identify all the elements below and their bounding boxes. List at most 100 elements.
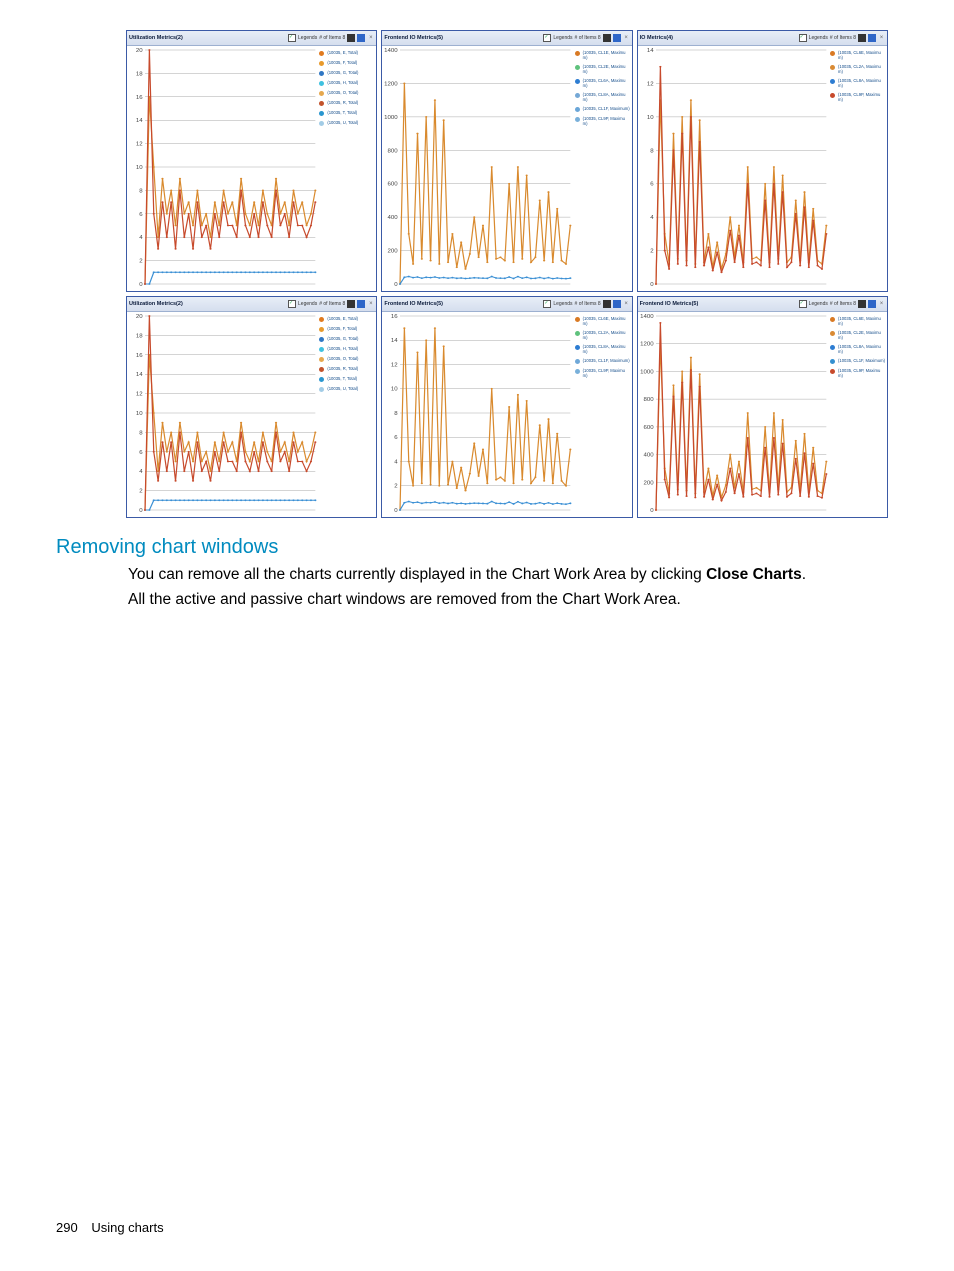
legend-color-dot <box>830 369 835 374</box>
legend-item: (10035, F, Total) <box>319 60 374 66</box>
legend-color-dot <box>575 93 580 98</box>
svg-text:1000: 1000 <box>640 370 653 375</box>
grid-icon[interactable] <box>347 300 355 308</box>
svg-text:12: 12 <box>646 82 653 87</box>
close-icon[interactable]: × <box>623 301 630 308</box>
legend-label: (10035, G, Total) <box>327 336 358 341</box>
svg-text:18: 18 <box>136 334 143 339</box>
legend-item: (10035, CL6E, Maximum) <box>575 316 630 326</box>
legend-color-dot <box>575 79 580 84</box>
svg-text:8: 8 <box>139 431 142 436</box>
legend-color-dot <box>830 359 835 364</box>
grid-icon[interactable] <box>603 34 611 42</box>
svg-text:400: 400 <box>388 216 398 221</box>
svg-text:14: 14 <box>646 48 653 53</box>
legend-label: (10035, F, Total) <box>327 60 357 65</box>
legend-color-dot <box>575 317 580 322</box>
grid-icon[interactable] <box>858 34 866 42</box>
legend-label: (10035, G, Total) <box>327 70 358 75</box>
legend-label: (10035, R, Total) <box>327 100 358 105</box>
panel-header: Frontend IO Metrics(5)Legends# of Items … <box>382 31 631 46</box>
expand-icon[interactable] <box>357 300 365 308</box>
legend-label: (10035, CL2A, Maximum) <box>838 64 885 74</box>
svg-text:14: 14 <box>136 373 143 378</box>
legend-label: (10035, F, Total) <box>327 326 357 331</box>
legend-item: (10035, R, Total) <box>319 366 374 372</box>
close-icon[interactable]: × <box>367 301 374 308</box>
legend-color-dot <box>830 331 835 336</box>
expand-icon[interactable] <box>613 34 621 42</box>
expand-icon[interactable] <box>357 34 365 42</box>
legend-color-dot <box>575 331 580 336</box>
legend-item: (10035, CL8A, Maximum) <box>830 78 885 88</box>
legend-color-dot <box>575 345 580 350</box>
legend-label: (10035, CL6E, Maximum) <box>838 316 885 326</box>
svg-text:1200: 1200 <box>640 342 653 347</box>
svg-text:0: 0 <box>139 282 142 287</box>
chart-panel: Utilization Metrics(2)Legends# of Items … <box>126 296 377 518</box>
legend-color-dot <box>319 337 324 342</box>
legend-color-dot <box>830 65 835 70</box>
legend-item: (10035, U, Total) <box>319 386 374 392</box>
close-icon[interactable]: × <box>623 35 630 42</box>
legend-item: (10035, E, Total) <box>319 50 374 56</box>
grid-icon[interactable] <box>603 300 611 308</box>
close-icon[interactable]: × <box>878 35 885 42</box>
p1-end: . <box>802 566 806 583</box>
legend-item: (10035, CL8A, Maximum) <box>575 92 630 102</box>
svg-text:2: 2 <box>139 489 142 494</box>
legend-box: (10035, CL6E, Maximum) (10035, CL2A, Maxi… <box>573 312 632 517</box>
legend-color-dot <box>575 369 580 374</box>
close-icon[interactable]: × <box>878 301 885 308</box>
svg-text:10: 10 <box>136 411 143 416</box>
legend-item: (10035, F, Total) <box>319 326 374 332</box>
legend-item: (10035, CL2A, Maximum) <box>575 330 630 340</box>
svg-text:8: 8 <box>650 149 653 154</box>
svg-text:16: 16 <box>136 95 143 100</box>
grid-icon[interactable] <box>858 300 866 308</box>
svg-text:1400: 1400 <box>640 314 653 319</box>
page-footer: 290 Using charts <box>56 1220 164 1235</box>
legend-label: (10035, T, Total) <box>327 110 357 115</box>
legend-item: (10035, O, Total) <box>319 356 374 362</box>
legends-label: Legends <box>809 35 828 41</box>
legend-box: (10035, CL6E, Maximum)(10035, CL2A, Maxi… <box>828 46 887 291</box>
close-icon[interactable]: × <box>367 35 374 42</box>
svg-text:16: 16 <box>391 314 398 319</box>
expand-icon[interactable] <box>868 300 876 308</box>
legends-checkbox[interactable] <box>288 300 296 308</box>
legend-color-dot <box>319 387 324 392</box>
legend-color-dot <box>319 111 324 116</box>
svg-text:12: 12 <box>136 142 143 147</box>
legends-label: Legends <box>298 35 317 41</box>
legend-item: (10035, CL9P, Maximum) <box>575 116 630 126</box>
legend-item: (10035, CL6E, Maximum) <box>830 316 885 326</box>
legends-checkbox[interactable] <box>543 300 551 308</box>
svg-text:6: 6 <box>139 212 142 217</box>
legends-label: Legends <box>809 301 828 307</box>
svg-text:800: 800 <box>643 398 653 403</box>
legend-item: (10035, CL2E, Maximum) <box>830 330 885 340</box>
legend-label: (10035, CL9P, Maximum) <box>583 368 630 378</box>
chart-panel: Frontend IO Metrics(5)Legends# of Items … <box>381 30 632 292</box>
legends-checkbox[interactable] <box>288 34 296 42</box>
legend-item: (10035, T, Total) <box>319 376 374 382</box>
legend-label: (10035, CL2E, Maximum) <box>583 64 630 74</box>
legend-box: (10035, CL1E, Maximum)(10035, CL2E, Maxi… <box>573 46 632 291</box>
svg-text:10: 10 <box>646 115 653 120</box>
legend-color-dot <box>830 51 835 56</box>
legend-label: (10035, CL2A, Maximum) <box>583 330 630 340</box>
grid-icon[interactable] <box>347 34 355 42</box>
expand-icon[interactable] <box>868 34 876 42</box>
legends-checkbox[interactable] <box>799 34 807 42</box>
svg-text:0: 0 <box>650 508 653 513</box>
expand-icon[interactable] <box>613 300 621 308</box>
svg-text:4: 4 <box>139 470 142 475</box>
svg-text:800: 800 <box>388 149 398 154</box>
legends-checkbox[interactable] <box>799 300 807 308</box>
legend-item: (10035, CL2A, Maximum) <box>830 64 885 74</box>
legends-checkbox[interactable] <box>543 34 551 42</box>
panel-header: Utilization Metrics(2)Legends# of Items … <box>127 31 376 46</box>
legend-item: (10035, CL9P, Maximum) <box>575 368 630 378</box>
legend-color-dot <box>319 357 324 362</box>
